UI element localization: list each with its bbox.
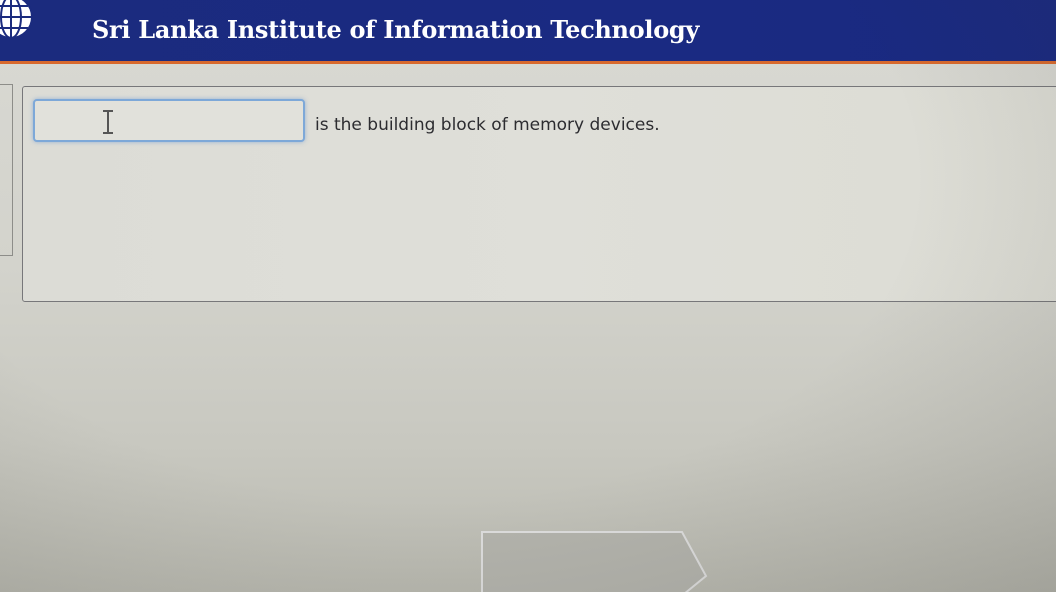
question-text: is the building block of memory devices. — [315, 115, 660, 135]
header-bar: Sri Lanka Institute of Information Techn… — [0, 0, 1056, 64]
left-edge-frame — [0, 84, 13, 256]
institution-title: Sri Lanka Institute of Information Techn… — [92, 15, 700, 44]
answer-input[interactable] — [33, 99, 305, 142]
screen: Sri Lanka Institute of Information Techn… — [0, 0, 1056, 592]
globe-logo-icon — [0, 0, 33, 39]
next-button[interactable] — [478, 528, 710, 592]
question-panel: is the building block of memory devices. — [22, 86, 1056, 302]
